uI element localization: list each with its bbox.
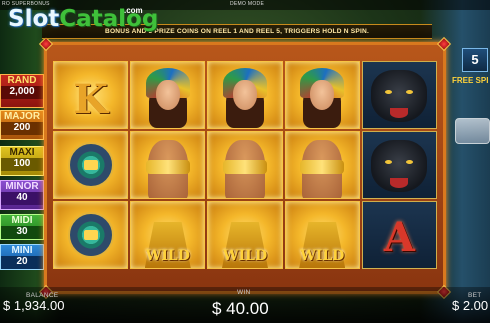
panther-eye (406, 90, 414, 94)
reel-cell-woman (207, 61, 283, 129)
jackpot-maxi: MAXI 100 (0, 146, 44, 176)
reel-cell-wild-woman (130, 131, 206, 199)
letter-k-symbol: K (73, 76, 108, 123)
reel-cell-woman (130, 61, 206, 129)
letter-a-symbol: A (383, 214, 415, 261)
reel-cell-panther (361, 61, 437, 129)
slotcatalog-logo: Slot Catalog .com (8, 6, 158, 36)
reel-cell-wild: WILD (284, 201, 360, 269)
gold-top (222, 160, 267, 174)
wild-label: WILD (222, 248, 268, 264)
bonus-coin-label (83, 160, 98, 170)
gold-top (145, 160, 190, 174)
panther-icon (371, 140, 428, 192)
reel-cell-bonus-coin (53, 201, 129, 269)
reel-cell-bonus-coin (53, 131, 129, 199)
jackpot-minor-value: 40 (1, 192, 43, 205)
reel-cell-woman (284, 61, 360, 129)
jackpot-mini: MINI 20 (0, 244, 44, 270)
jackpot-grand: RAND 2,000 (0, 74, 44, 108)
panther-mouth (390, 178, 409, 188)
panther-eye (385, 160, 393, 164)
win-label: WIN (237, 289, 251, 296)
panther-icon (371, 70, 428, 122)
bet-value[interactable]: $ 2.00 (452, 298, 488, 313)
reel-cell-wild-woman (207, 131, 283, 199)
logo-slot-text: Slot (8, 6, 60, 32)
jackpot-mini-name: MINI (11, 245, 33, 256)
panther-mouth (390, 108, 409, 118)
jackpot-maxi-value: 100 (1, 158, 43, 171)
jackpot-minor-name: MINOR (5, 181, 39, 192)
reel-cell-wild: WILD (130, 201, 206, 269)
jackpot-major: MAJOR 200 (0, 110, 44, 140)
jackpot-grand-name: RAND (7, 75, 37, 86)
wild-label: WILD (300, 248, 345, 264)
reel-cell-wild-woman (284, 131, 360, 199)
jackpot-maxi-name: MAXI (9, 147, 35, 158)
balance-value: $ 1,934.00 (3, 298, 65, 313)
win-value: $ 40.00 (212, 299, 269, 318)
panther-eye (406, 160, 414, 164)
bottom-bar: BALANCE $ 1,934.00 WIN $ 40.00 BET $ 2.0… (0, 287, 490, 323)
jackpot-major-name: MAJOR (3, 111, 41, 122)
gold-top (300, 160, 345, 174)
reel-cell-wild: WILD (207, 201, 283, 269)
free-spins-count: 5 (462, 48, 488, 72)
side-menu-button[interactable] (455, 118, 490, 144)
reel-cell-k: K (53, 61, 129, 129)
woman-face (155, 80, 180, 110)
game-stage: RO SUPERBONUS DEMO MODE RAND 2,000 MAJOR… (0, 0, 490, 323)
demo-mode-label: DEMO MODE (230, 1, 265, 7)
reel-grid: K WILD WILD WILD A (53, 61, 437, 269)
wild-label: WILD (145, 248, 190, 264)
jackpot-major-value: 200 (1, 122, 43, 135)
jackpot-midi-value: 30 (1, 226, 43, 239)
jackpot-midi-name: MIDI (11, 215, 33, 226)
jackpot-grand-value: 2,000 (1, 86, 43, 99)
logo-catalog-text: Catalog (59, 6, 159, 32)
reel-cell-a: A (361, 201, 437, 269)
free-spins-label: FREE SPI (452, 76, 489, 85)
reel-cell-panther (361, 131, 437, 199)
panther-eye (385, 90, 393, 94)
jackpot-midi: MIDI 30 (0, 214, 44, 240)
jackpot-mini-value: 20 (1, 256, 43, 269)
bonus-coin-label (83, 230, 98, 240)
logo-com-text: .com (124, 6, 143, 15)
jackpot-minor: MINOR 40 (0, 180, 44, 210)
woman-face (232, 80, 257, 110)
